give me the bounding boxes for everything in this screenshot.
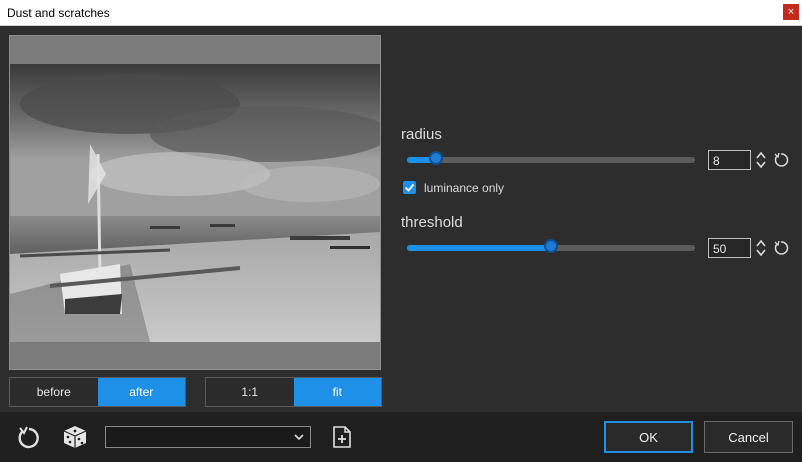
- threshold-label: threshold: [401, 214, 463, 231]
- threshold-reset-icon[interactable]: [773, 240, 789, 256]
- chevron-down-icon: [294, 434, 304, 441]
- window-title: Dust and scratches: [7, 6, 110, 20]
- zoom-fit-option[interactable]: fit: [293, 378, 381, 406]
- radius-label: radius: [401, 126, 442, 143]
- before-option[interactable]: before: [10, 378, 98, 406]
- radius-slider-thumb[interactable]: [429, 151, 443, 165]
- zoom-1to1-option[interactable]: 1:1: [206, 378, 294, 406]
- radius-spinner-icon[interactable]: [755, 150, 767, 170]
- radius-slider[interactable]: [407, 151, 695, 165]
- threshold-slider-thumb[interactable]: [544, 239, 558, 253]
- reset-all-icon[interactable]: [16, 425, 42, 451]
- dice-random-icon[interactable]: [62, 424, 88, 450]
- threshold-value-field[interactable]: 50: [708, 238, 751, 258]
- preset-dropdown[interactable]: [105, 426, 311, 448]
- luminance-label: luminance only: [424, 181, 505, 195]
- zoom-toggle: 1:1 fit: [205, 377, 382, 407]
- threshold-slider-fill: [407, 245, 551, 251]
- threshold-slider[interactable]: [407, 239, 695, 253]
- threshold-spinner-icon[interactable]: [755, 238, 767, 258]
- close-button[interactable]: ×: [783, 4, 799, 20]
- radius-reset-icon[interactable]: [773, 152, 789, 168]
- ok-button[interactable]: OK: [604, 421, 693, 453]
- add-preset-icon[interactable]: [329, 424, 355, 450]
- preview-image: [10, 64, 380, 342]
- after-option[interactable]: after: [97, 378, 185, 406]
- radius-value-field[interactable]: 8: [708, 150, 751, 170]
- cancel-button[interactable]: Cancel: [704, 421, 793, 453]
- view-toggle: before after: [9, 377, 186, 407]
- preview-panel: [9, 35, 381, 370]
- luminance-checkbox[interactable]: [403, 181, 416, 194]
- title-bar: Dust and scratches ×: [0, 0, 802, 26]
